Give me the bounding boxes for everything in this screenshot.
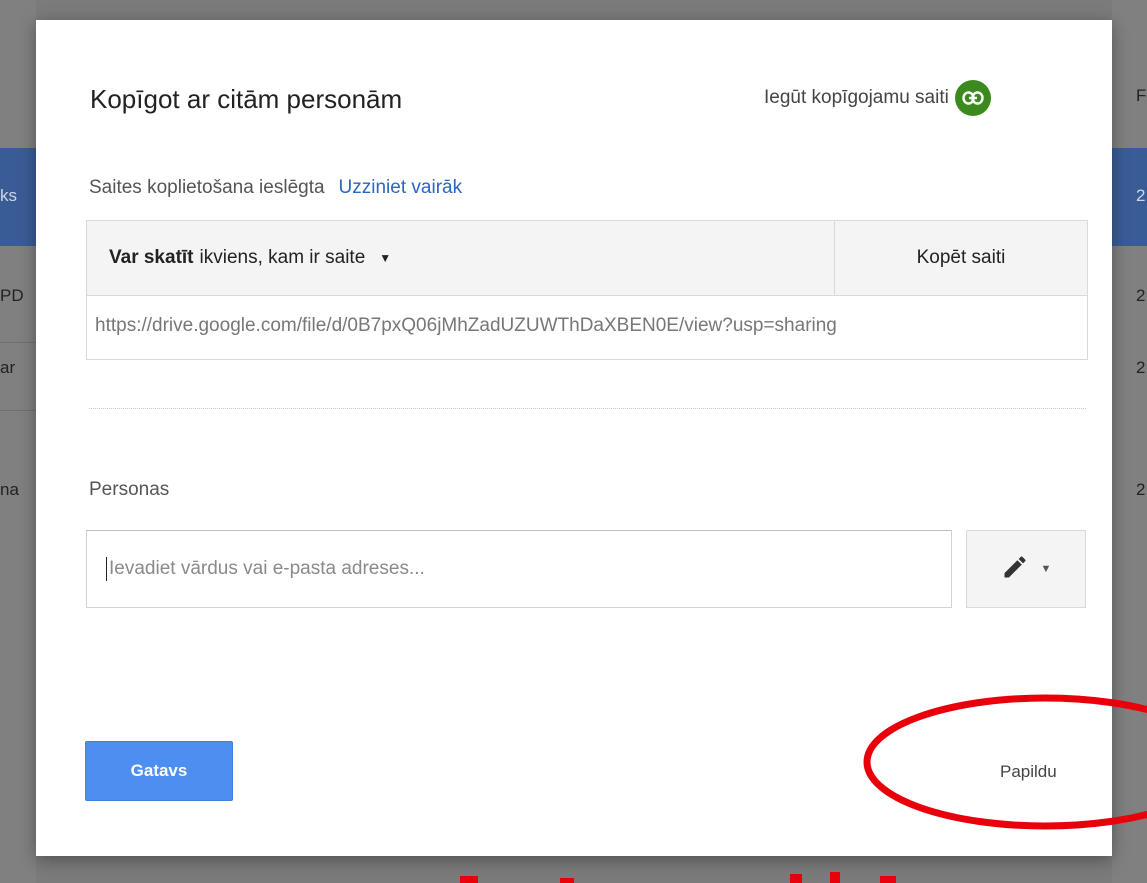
background-divider xyxy=(0,342,36,343)
permission-audience: ikviens, kam ir saite xyxy=(199,247,366,268)
background-fragment: ar xyxy=(0,358,16,377)
background-left-panel: ks PD ar na xyxy=(0,0,36,883)
done-button[interactable]: Gatavs xyxy=(85,741,233,801)
link-share-box: Var skatīt ikviens, kam ir saite ▼ Kopēt… xyxy=(86,220,1088,360)
background-fragment: 2 xyxy=(1136,286,1146,305)
people-input-placeholder: Ievadiet vārdus vai e-pasta adreses... xyxy=(109,558,425,579)
people-label: Personas xyxy=(89,479,170,500)
get-shareable-link-label: Iegūt kopīgojamu saiti xyxy=(764,87,949,108)
permission-edit-button[interactable]: ▼ xyxy=(966,530,1086,608)
section-divider xyxy=(89,408,1086,409)
link-sharing-status: Saites koplietošana ieslēgta Uzziniet vai… xyxy=(89,177,462,199)
text-cursor xyxy=(106,557,107,581)
permission-dropdown[interactable]: Var skatīt ikviens, kam ir saite ▼ xyxy=(87,221,835,296)
advanced-link[interactable]: Papildu xyxy=(1000,762,1057,782)
copy-link-button[interactable]: Kopēt saiti xyxy=(835,221,1087,296)
people-input[interactable]: Ievadiet vārdus vai e-pasta adreses... xyxy=(86,530,952,608)
get-shareable-link-button[interactable]: Iegūt kopīgojamu saiti xyxy=(764,80,991,116)
background-fragment: na xyxy=(0,480,19,499)
background-fragment: 2 xyxy=(1136,186,1146,205)
background-fragment: 2 xyxy=(1136,358,1146,377)
permission-level: Var skatīt xyxy=(109,247,194,268)
share-url-field[interactable]: https://drive.google.com/file/d/0B7pxQ06… xyxy=(95,301,1077,351)
background-fragment: 2 xyxy=(1136,480,1146,499)
caret-down-icon: ▼ xyxy=(1040,563,1052,575)
link-sharing-status-text: Saites koplietošana ieslēgta xyxy=(89,177,325,198)
background-right-panel: F 2 2 2 2 xyxy=(1112,0,1147,883)
link-icon[interactable] xyxy=(954,80,991,116)
background-divider xyxy=(0,410,36,411)
share-dialog: Kopīgot ar citām personām Iegūt kopīgoja… xyxy=(36,20,1112,856)
caret-down-icon: ▼ xyxy=(379,251,392,265)
pencil-icon xyxy=(1001,553,1029,586)
background-fragment: F xyxy=(1136,86,1147,105)
dialog-title: Kopīgot ar citām personām xyxy=(90,84,403,114)
background-fragment: ks xyxy=(0,186,17,205)
background-fragment: PD xyxy=(0,286,24,305)
learn-more-link[interactable]: Uzziniet vairāk xyxy=(339,177,463,198)
